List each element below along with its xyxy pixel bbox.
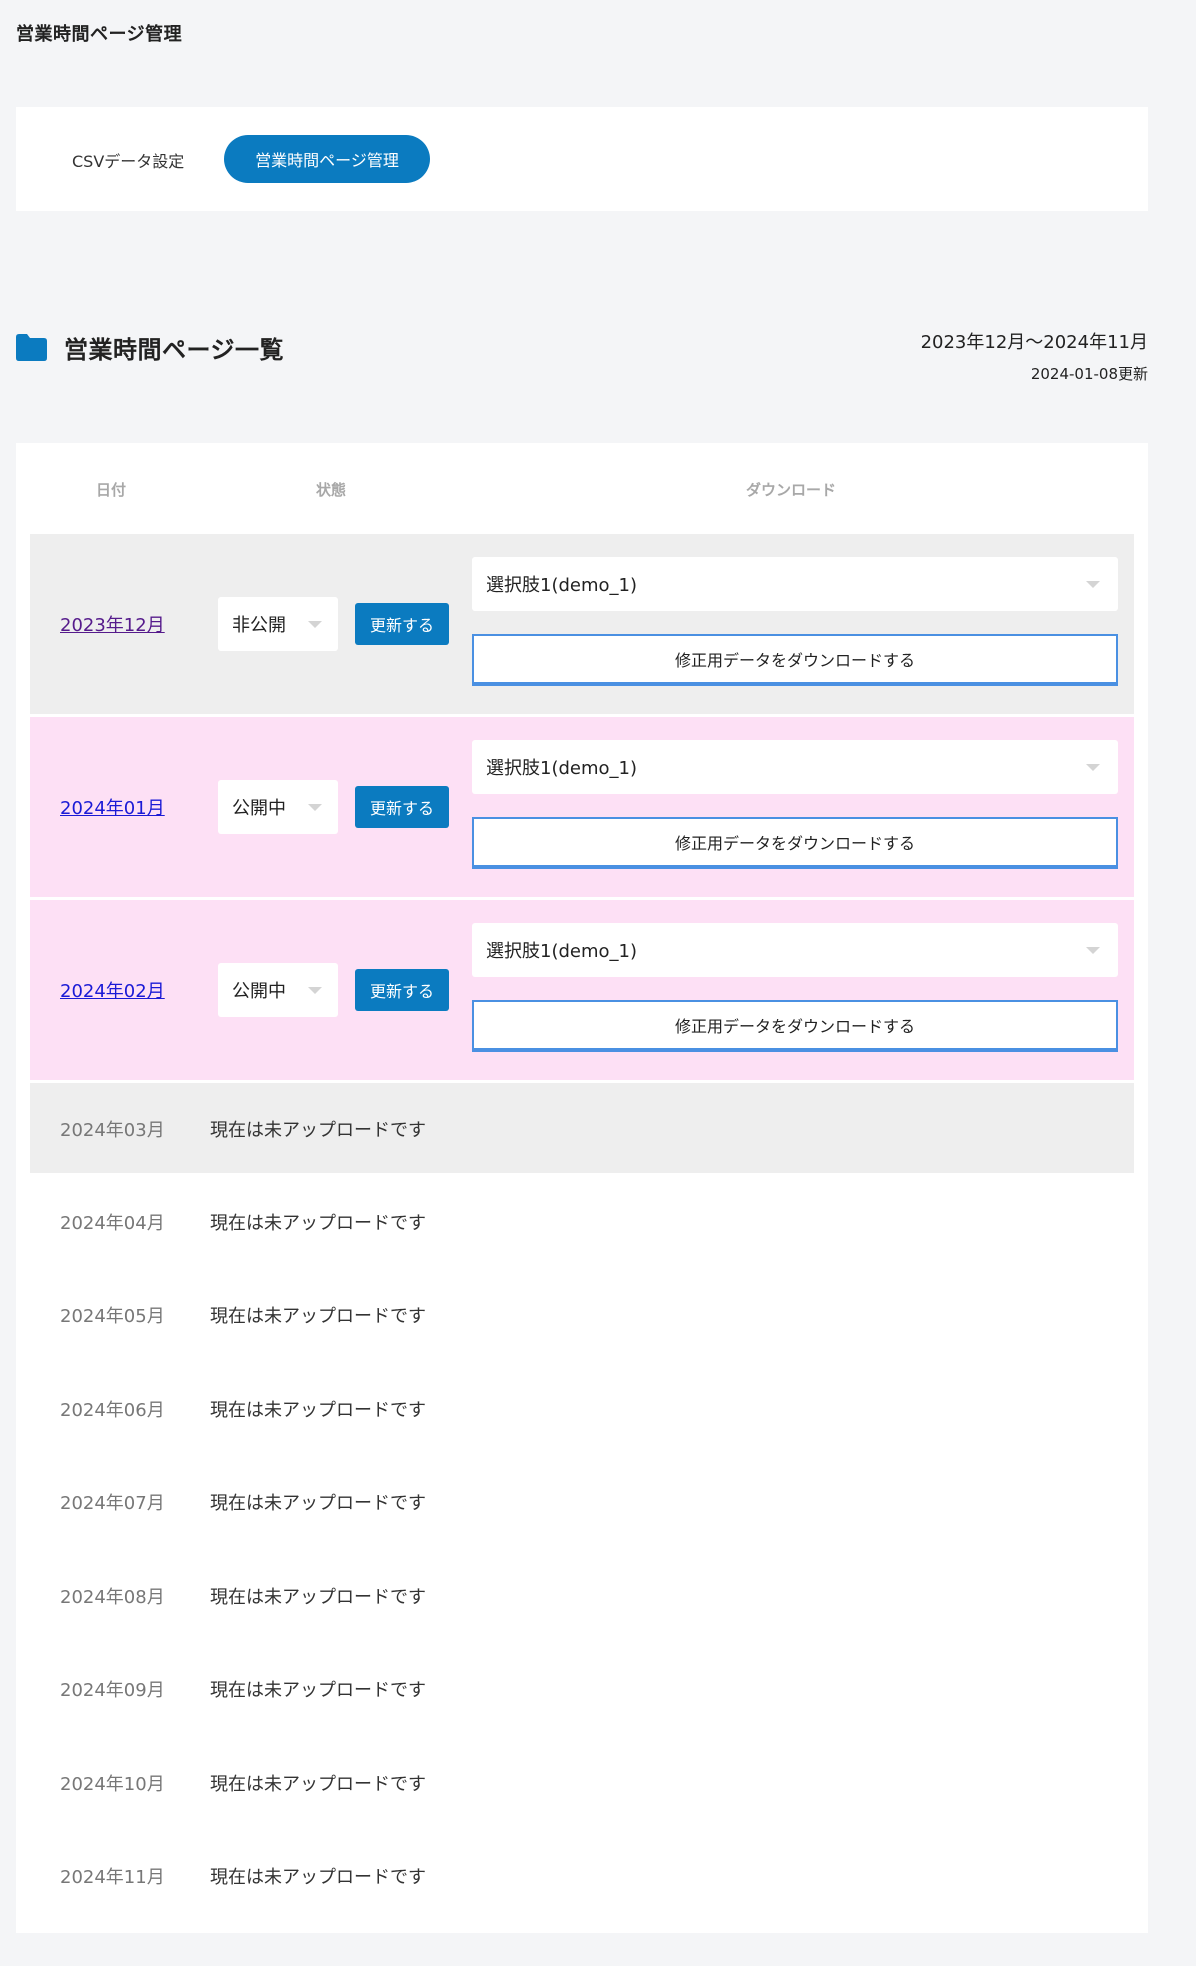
state-select-value: 公開中: [232, 981, 286, 1002]
row-date: 2024年04月: [60, 1213, 165, 1234]
state-select-value: 公開中: [232, 798, 286, 819]
table-row: 2024年06月 現在は未アップロードです: [30, 1363, 1134, 1453]
tab-csv-settings[interactable]: CSVデータ設定: [72, 148, 184, 172]
section-header: 営業時間ページ一覧: [16, 330, 284, 365]
table-row: 2024年04月 現在は未アップロードです: [30, 1176, 1134, 1266]
download-button[interactable]: 修正用データをダウンロードする: [472, 634, 1118, 686]
table-row: 2024年03月 現在は未アップロードです: [30, 1083, 1134, 1173]
chevron-down-icon: [1086, 581, 1100, 588]
state-select-value: 非公開: [232, 615, 286, 636]
chevron-down-icon: [308, 621, 322, 628]
choice-select-value: 選択肢1(demo_1): [486, 575, 637, 596]
download-button[interactable]: 修正用データをダウンロードする: [472, 817, 1118, 869]
download-button[interactable]: 修正用データをダウンロードする: [472, 1000, 1118, 1052]
page-title: 営業時間ページ管理: [16, 24, 183, 45]
row-date: 2024年05月: [60, 1306, 165, 1327]
date-range: 2023年12月〜2024年11月: [920, 332, 1148, 353]
column-header-download: ダウンロード: [746, 481, 837, 499]
update-button[interactable]: 更新する: [355, 969, 449, 1011]
tab-bar: CSVデータ設定 営業時間ページ管理: [16, 107, 1148, 211]
table-row: 2024年08月 現在は未アップロードです: [30, 1550, 1134, 1640]
choice-select[interactable]: 選択肢1(demo_1): [472, 740, 1118, 794]
row-date: 2024年07月: [60, 1493, 165, 1514]
folder-icon: [16, 334, 47, 361]
row-status-note: 現在は未アップロードです: [210, 1680, 426, 1701]
column-header-date: 日付: [96, 481, 127, 499]
table-row: 2024年09月 現在は未アップロードです: [30, 1643, 1134, 1733]
chevron-down-icon: [308, 804, 322, 811]
choice-select[interactable]: 選択肢1(demo_1): [472, 557, 1118, 611]
chevron-down-icon: [1086, 947, 1100, 954]
page-list-table: 日付 状態 ダウンロード 2023年12月 非公開 更新する 選択肢1(demo…: [16, 443, 1148, 1933]
row-date: 2024年09月: [60, 1680, 165, 1701]
row-date-link[interactable]: 2024年02月: [60, 977, 165, 1003]
chevron-down-icon: [1086, 764, 1100, 771]
choice-select-value: 選択肢1(demo_1): [486, 941, 637, 962]
row-status-note: 現在は未アップロードです: [210, 1306, 426, 1327]
table-row: 2024年05月 現在は未アップロードです: [30, 1269, 1134, 1359]
state-select[interactable]: 公開中: [218, 963, 338, 1017]
row-status-note: 現在は未アップロードです: [210, 1493, 426, 1514]
row-status-note: 現在は未アップロードです: [210, 1400, 426, 1421]
column-header-state: 状態: [316, 481, 347, 499]
updated-date: 2024-01-08更新: [1030, 365, 1148, 383]
table-row: 2024年02月 公開中 更新する 選択肢1(demo_1) 修正用データをダウ…: [30, 900, 1134, 1080]
row-date-link[interactable]: 2023年12月: [60, 611, 165, 637]
row-status-note: 現在は未アップロードです: [210, 1587, 426, 1608]
table-row: 2023年12月 非公開 更新する 選択肢1(demo_1) 修正用データをダウ…: [30, 534, 1134, 714]
table-row: 2024年11月 現在は未アップロードです: [30, 1830, 1134, 1920]
update-button[interactable]: 更新する: [355, 603, 449, 645]
row-date: 2024年06月: [60, 1400, 165, 1421]
row-date-link[interactable]: 2024年01月: [60, 794, 165, 820]
tab-business-hours[interactable]: 営業時間ページ管理: [224, 135, 430, 183]
state-select[interactable]: 公開中: [218, 780, 338, 834]
row-status-note: 現在は未アップロードです: [210, 1213, 426, 1234]
choice-select-value: 選択肢1(demo_1): [486, 758, 637, 779]
choice-select[interactable]: 選択肢1(demo_1): [472, 923, 1118, 977]
row-date: 2024年08月: [60, 1587, 165, 1608]
row-status-note: 現在は未アップロードです: [210, 1867, 426, 1888]
update-button[interactable]: 更新する: [355, 786, 449, 828]
table-row: 2024年07月 現在は未アップロードです: [30, 1456, 1134, 1546]
row-status-note: 現在は未アップロードです: [210, 1120, 426, 1141]
row-date: 2024年10月: [60, 1774, 165, 1795]
section-title: 営業時間ページ一覧: [64, 336, 285, 364]
state-select[interactable]: 非公開: [218, 597, 338, 651]
row-status-note: 現在は未アップロードです: [210, 1774, 426, 1795]
chevron-down-icon: [308, 987, 322, 994]
table-row: 2024年10月 現在は未アップロードです: [30, 1737, 1134, 1827]
table-row: 2024年01月 公開中 更新する 選択肢1(demo_1) 修正用データをダウ…: [30, 717, 1134, 897]
row-date: 2024年03月: [60, 1120, 165, 1141]
row-date: 2024年11月: [60, 1867, 165, 1888]
